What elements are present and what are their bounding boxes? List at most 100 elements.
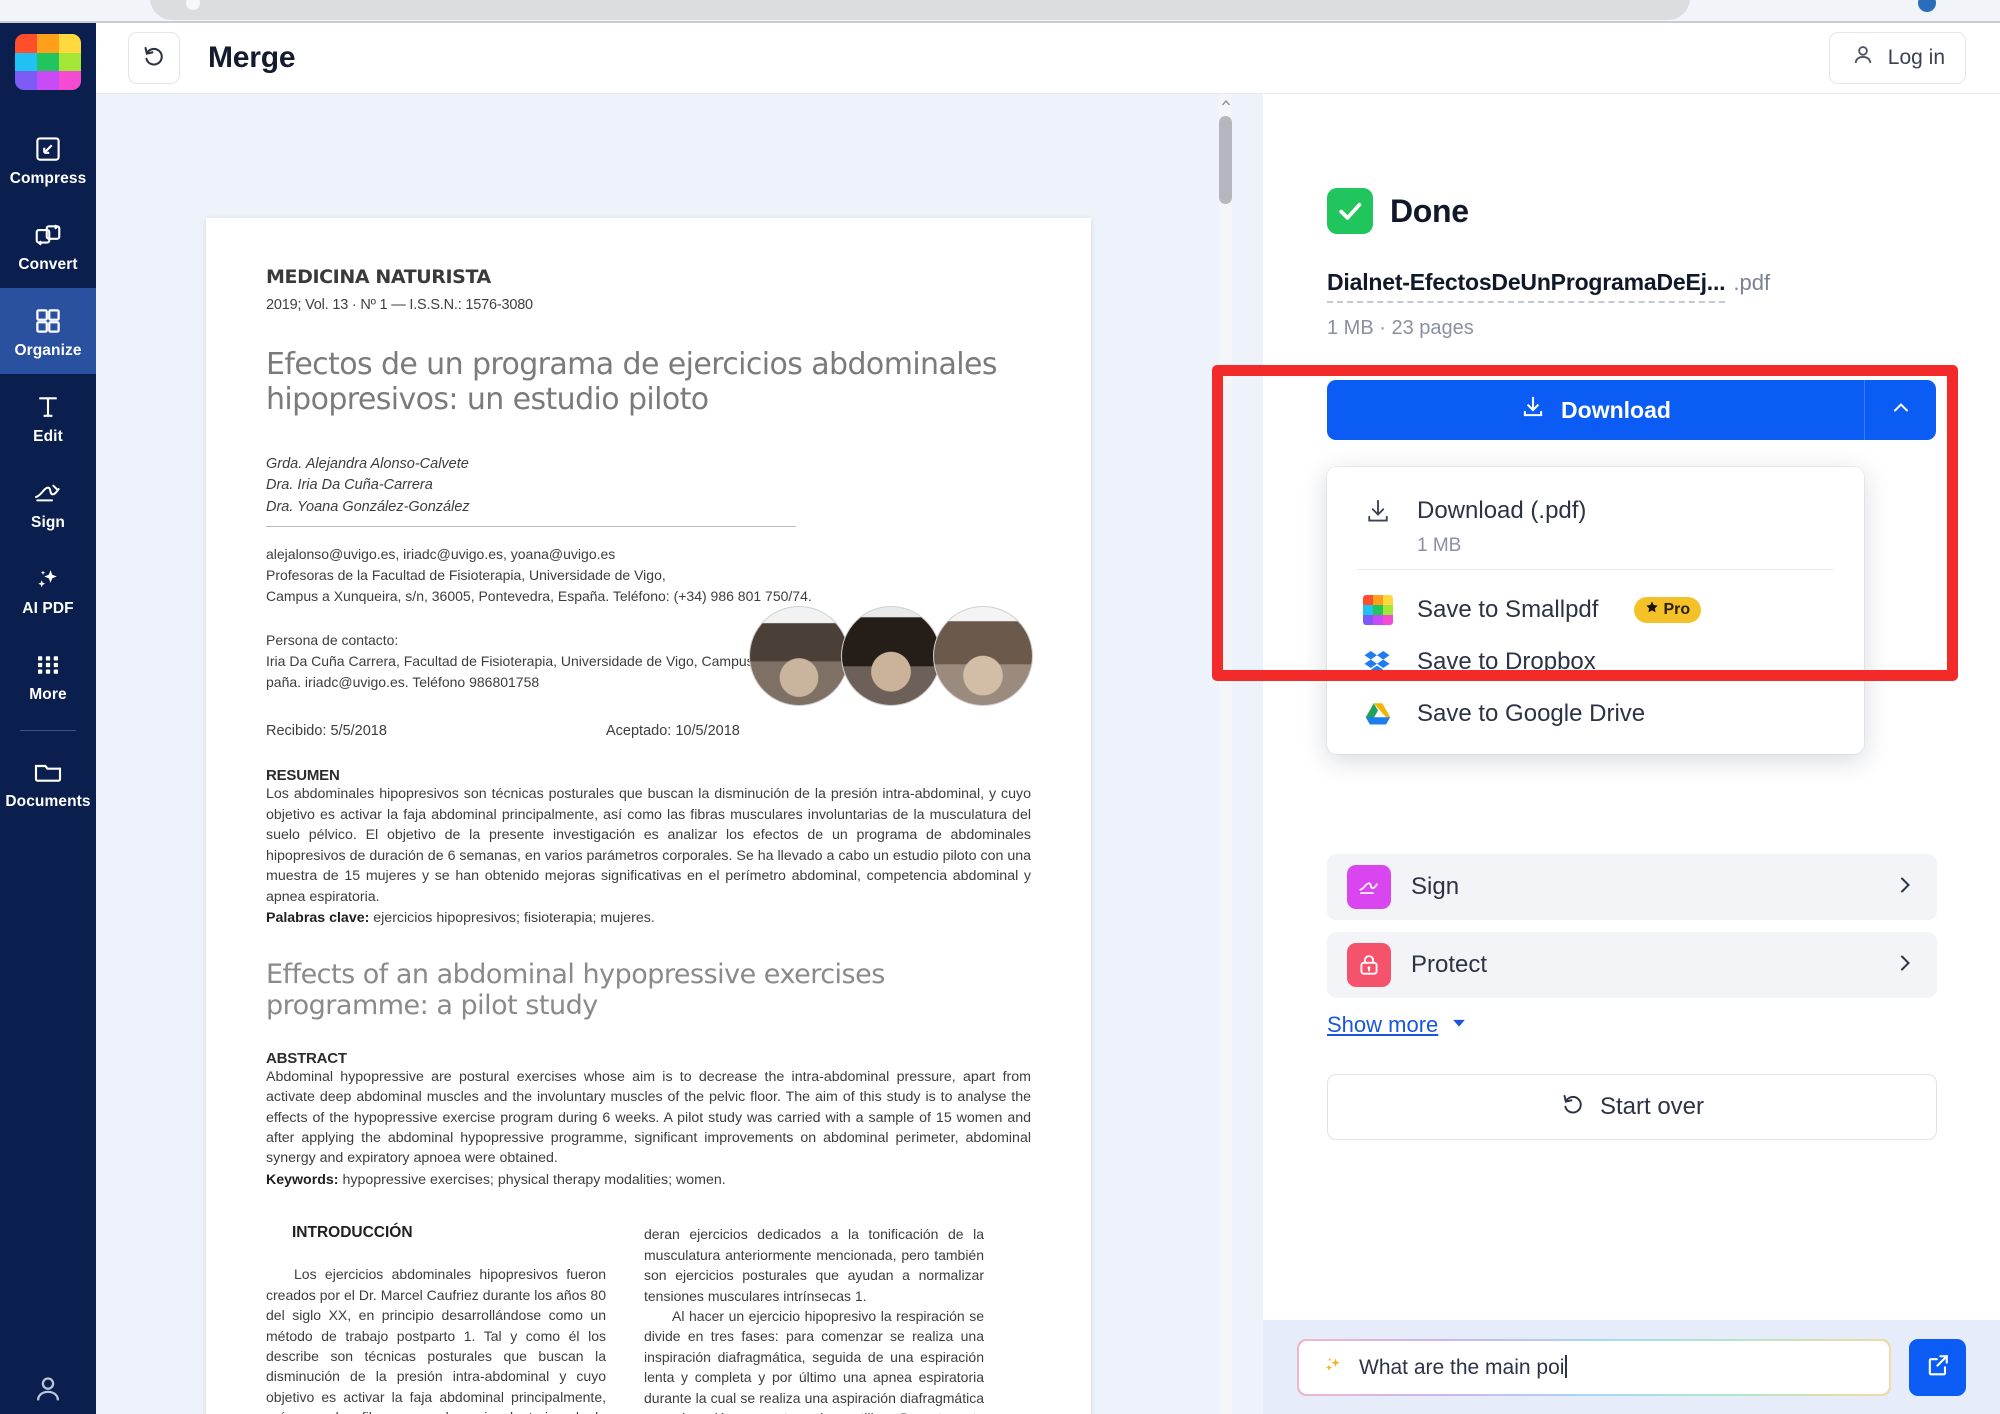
chat-input-value: What are the main poi bbox=[1359, 1354, 1567, 1380]
user-icon bbox=[31, 1372, 65, 1406]
organize-icon bbox=[31, 304, 65, 338]
status-badge: Done bbox=[1327, 188, 1936, 234]
check-square-icon bbox=[1327, 188, 1373, 234]
doc-column-right: deran ejercicios dedicados a la tonifica… bbox=[644, 1224, 984, 1414]
sidebar-tool-list: Compress Convert Organize Edit Sign AI P… bbox=[0, 116, 96, 825]
sidebar-item-edit[interactable]: Edit bbox=[0, 374, 96, 460]
avatar bbox=[749, 606, 849, 706]
sidebar-item-label: AI PDF bbox=[22, 599, 74, 617]
dropdown-item-label: Save to Google Drive bbox=[1417, 700, 1646, 727]
doc-emails-block: alejalonso@uvigo.es, iriadc@uvigo.es, yo… bbox=[266, 544, 1031, 608]
pro-badge: Pro bbox=[1634, 597, 1702, 623]
undo-arrow-icon bbox=[1560, 1091, 1586, 1124]
doc-keywords-label: Keywords: bbox=[266, 1171, 339, 1188]
sidebar-account[interactable] bbox=[0, 1372, 96, 1406]
scroll-up-arrow-icon[interactable] bbox=[1219, 96, 1232, 110]
sidebar-item-more[interactable]: More bbox=[0, 632, 96, 718]
edit-icon bbox=[31, 390, 65, 424]
file-extension: .pdf bbox=[1733, 270, 1771, 295]
doc-rule bbox=[266, 525, 796, 527]
compress-icon bbox=[31, 132, 65, 166]
doc-intro-right-text-2: Al hacer un ejercicio hipopresivo la res… bbox=[644, 1308, 984, 1414]
doc-keywords-value: hypopressive exercises; physical therapy… bbox=[338, 1171, 726, 1188]
sidebar-divider bbox=[20, 730, 76, 731]
doc-author: Grda. Alejandra Alonso-Calvete bbox=[266, 455, 469, 472]
pdf-viewer: MEDICINA NATURISTA 2019; Vol. 13 · Nº 1 … bbox=[96, 94, 1246, 1414]
dropdown-item-label: Save to Dropbox bbox=[1417, 648, 1596, 675]
sidebar-item-label: More bbox=[29, 685, 67, 703]
doc-emails: alejalonso@uvigo.es, iriadc@uvigo.es, yo… bbox=[266, 545, 616, 562]
sidebar-item-convert[interactable]: Convert bbox=[0, 202, 96, 288]
doc-issue-line: 2019; Vol. 13 · Nº 1 — I.S.S.N.: 1576-30… bbox=[266, 297, 533, 313]
doc-abstract-body: Abdominal hypopressive are postural exer… bbox=[266, 1068, 1031, 1167]
viewer-scrollbar-track[interactable] bbox=[1219, 94, 1232, 1414]
download-options-toggle[interactable] bbox=[1864, 380, 1936, 440]
app-root: Compress Convert Organize Edit Sign AI P… bbox=[0, 0, 2000, 1414]
doc-author-photos bbox=[749, 606, 1033, 706]
folder-icon bbox=[31, 755, 65, 789]
viewer-scrollbar-thumb[interactable] bbox=[1219, 116, 1232, 204]
dropdown-item-save-dropbox[interactable]: Save to Dropbox bbox=[1327, 636, 1864, 688]
doc-palabras-label: Palabras clave: bbox=[266, 910, 370, 927]
sidebar-item-label: Documents bbox=[5, 792, 91, 810]
text-cursor bbox=[1565, 1354, 1567, 1378]
doc-affiliation-line1: Profesoras de la Facultad de Fisioterapi… bbox=[266, 567, 666, 584]
doc-intro-left-text: Los ejercicios abdominales hipopresivos … bbox=[266, 1266, 606, 1414]
browser-address-bar[interactable] bbox=[150, 0, 1690, 20]
back-button[interactable] bbox=[128, 32, 180, 84]
status-label: Done bbox=[1390, 192, 1469, 229]
download-button[interactable]: Download bbox=[1327, 380, 1864, 440]
tool-label: Protect bbox=[1411, 951, 1488, 978]
download-icon bbox=[1361, 494, 1395, 528]
login-label: Log in bbox=[1887, 46, 1945, 69]
chat-input[interactable]: What are the main poi bbox=[1299, 1340, 1889, 1394]
doc-abstract-heading: ABSTRACT bbox=[266, 1049, 347, 1067]
extension-icon[interactable] bbox=[1918, 0, 1936, 12]
left-sidebar: Compress Convert Organize Edit Sign AI P… bbox=[0, 23, 96, 1414]
download-button-group: Download bbox=[1327, 380, 1936, 440]
doc-received: Recibido: 5/5/2018 bbox=[266, 723, 387, 740]
doc-palabras-value: ejercicios hipopresivos; fisioterapia; m… bbox=[369, 910, 655, 927]
grid-dots-icon bbox=[31, 648, 65, 682]
undo-arrow-icon bbox=[141, 43, 167, 74]
star-icon bbox=[1645, 600, 1659, 619]
download-options-dropdown: Download (.pdf) 1 MB Save to Smallpdf Pr… bbox=[1327, 467, 1864, 754]
browser-chrome-strip bbox=[0, 0, 2000, 23]
show-more-button[interactable]: Show more bbox=[1327, 1012, 1468, 1038]
tool-row-sign[interactable]: Sign bbox=[1327, 854, 1937, 920]
google-drive-icon bbox=[1361, 697, 1395, 731]
chevron-right-icon bbox=[1893, 873, 1917, 902]
sidebar-item-ai-pdf[interactable]: AI PDF bbox=[0, 546, 96, 632]
ai-chat-bar: What are the main poi bbox=[1263, 1320, 2000, 1414]
sidebar-item-organize[interactable]: Organize bbox=[0, 288, 96, 374]
dropdown-item-download-pdf[interactable]: Download (.pdf) bbox=[1327, 485, 1864, 537]
chevron-up-icon bbox=[1889, 396, 1913, 425]
sidebar-item-compress[interactable]: Compress bbox=[0, 116, 96, 202]
login-button[interactable]: Log in bbox=[1828, 32, 1966, 84]
caret-down-icon bbox=[1450, 1012, 1468, 1038]
doc-resumen-heading: RESUMEN bbox=[266, 767, 340, 785]
doc-author: Dra. Yoana González-González bbox=[266, 499, 470, 516]
start-over-button[interactable]: Start over bbox=[1327, 1074, 1937, 1140]
doc-palabras-clave: Palabras clave: ejercicios hipopresivos;… bbox=[266, 908, 1031, 928]
sidebar-item-label: Sign bbox=[31, 513, 65, 531]
sidebar-item-label: Convert bbox=[18, 255, 78, 273]
dropdown-item-save-smallpdf[interactable]: Save to Smallpdf Pro bbox=[1327, 584, 1864, 636]
tool-row-protect[interactable]: Protect bbox=[1327, 932, 1937, 998]
smallpdf-logo-icon bbox=[1361, 593, 1395, 627]
dropdown-item-size: 1 MB bbox=[1417, 535, 1462, 556]
smallpdf-logo-icon[interactable] bbox=[15, 34, 81, 90]
doc-resumen-body: Los abdominales hipopresivos son técnica… bbox=[266, 786, 1031, 905]
sidebar-item-sign[interactable]: Sign bbox=[0, 460, 96, 546]
sidebar-item-label: Compress bbox=[9, 169, 87, 187]
dropdown-item-save-google-drive[interactable]: Save to Google Drive bbox=[1327, 688, 1864, 740]
right-panel: Done Dialnet-EfectosDeUnProgramaDeEj... … bbox=[1263, 94, 2000, 1414]
tool-label: Sign bbox=[1411, 873, 1460, 900]
file-name[interactable]: Dialnet-EfectosDeUnProgramaDeEj... bbox=[1327, 269, 1726, 303]
lock-icon bbox=[1347, 943, 1391, 987]
ai-sparkle-icon bbox=[1321, 1353, 1345, 1382]
chat-send-button[interactable] bbox=[1909, 1338, 1966, 1396]
sidebar-item-documents[interactable]: Documents bbox=[0, 739, 96, 825]
pdf-page: MEDICINA NATURISTA 2019; Vol. 13 · Nº 1 … bbox=[206, 218, 1091, 1414]
doc-keywords: Keywords: hypopressive exercises; physic… bbox=[266, 1170, 1031, 1190]
